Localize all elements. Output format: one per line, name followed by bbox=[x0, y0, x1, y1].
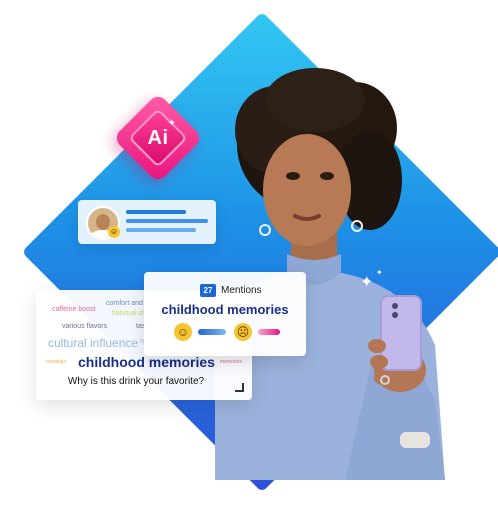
profile-line-1 bbox=[126, 210, 186, 214]
smile-emoji-icon: ☺ bbox=[174, 323, 192, 341]
negative-sentiment-bar bbox=[258, 329, 280, 335]
sparkle-icon: ✦ bbox=[376, 268, 383, 277]
word-cloud-term: nostalgia bbox=[46, 359, 67, 365]
word-cloud-term: habitual ch bbox=[112, 310, 146, 317]
ai-badge-label: Ai bbox=[147, 126, 169, 149]
word-cloud-term: caffeine boost bbox=[52, 306, 96, 313]
mentions-topic: childhood memories bbox=[161, 302, 289, 317]
survey-question: Why is this drink your favorite? bbox=[67, 376, 205, 387]
hero-illustration: Ai ✦ ☺ caffeine boost comfort and habitu… bbox=[0, 0, 498, 513]
woman-with-phone-illustration bbox=[195, 40, 475, 480]
word-cloud-term: various flavors bbox=[62, 323, 108, 330]
ai-badge: Ai ✦ bbox=[112, 92, 204, 184]
mentions-count-badge: 27 bbox=[200, 284, 216, 297]
word-cloud-term: childhood memories bbox=[78, 354, 215, 370]
profile-summary-card: ☺ bbox=[78, 200, 216, 244]
word-cloud-term: comfort and bbox=[106, 300, 143, 307]
mentions-label: Mentions bbox=[221, 285, 262, 296]
word-cloud-term: cultural influence bbox=[48, 336, 139, 350]
smile-emoji-icon: ☺ bbox=[108, 226, 120, 238]
mentions-card: 27 Mentions childhood memories ☺ ☹ bbox=[144, 272, 306, 356]
positive-sentiment-bar bbox=[198, 329, 226, 335]
word-cloud-term: memories bbox=[220, 359, 242, 365]
frown-emoji-icon: ☹ bbox=[234, 323, 252, 341]
profile-line-3 bbox=[126, 228, 196, 232]
sparkle-icon: ✦ bbox=[167, 118, 176, 129]
sparkle-icon: ✦ bbox=[360, 274, 374, 291]
expand-corner-icon[interactable] bbox=[235, 383, 244, 392]
profile-line-2 bbox=[126, 219, 208, 223]
